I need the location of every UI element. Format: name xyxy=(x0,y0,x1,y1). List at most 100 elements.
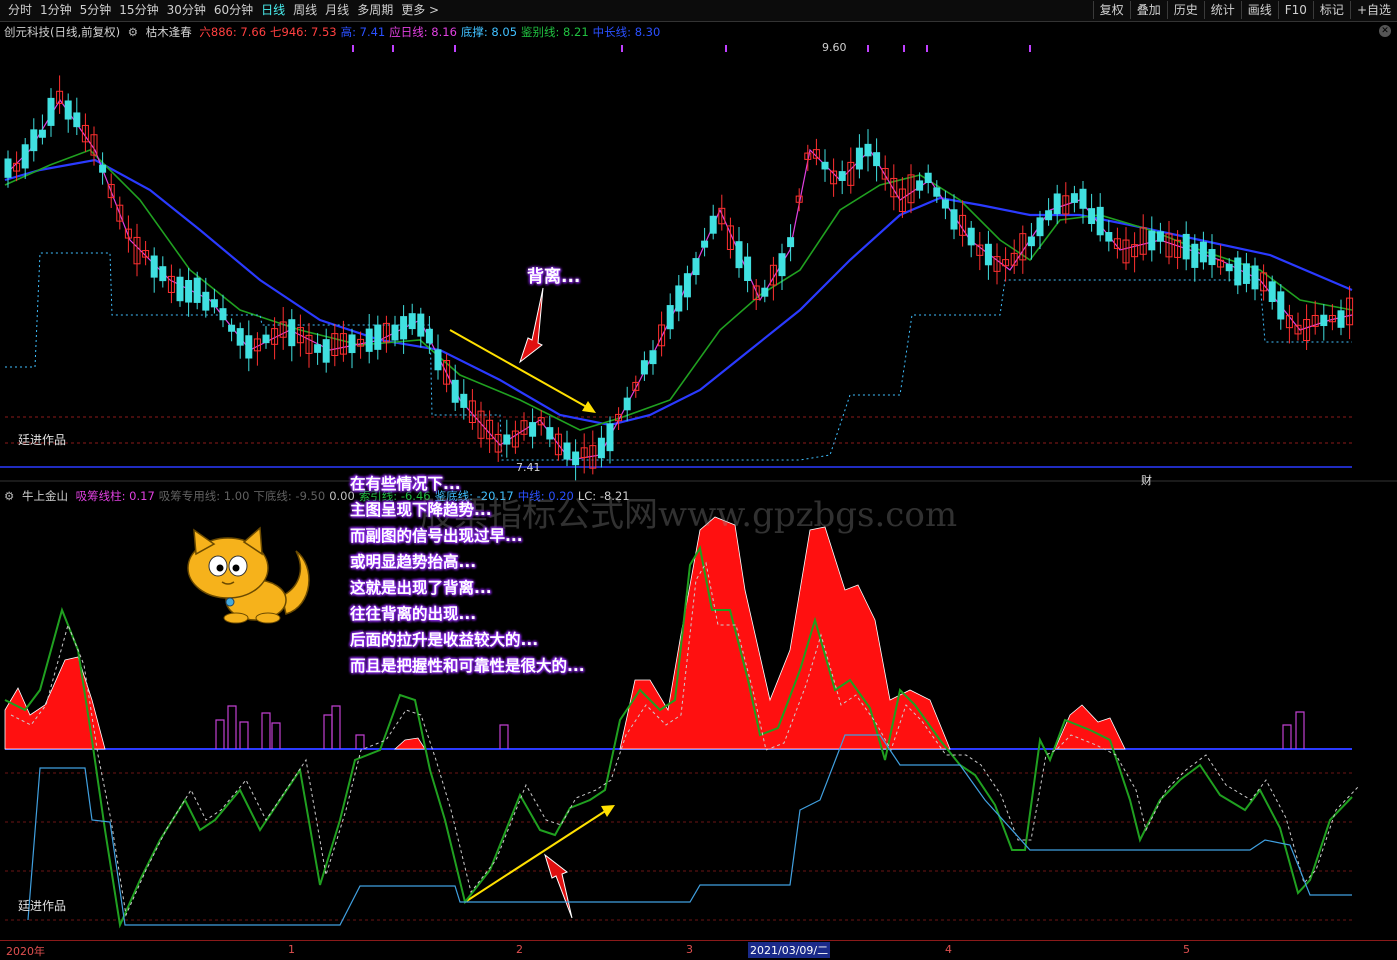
date-tick: 5 xyxy=(1183,943,1190,956)
candle-body xyxy=(1096,206,1104,236)
candle-body xyxy=(185,279,193,303)
candle-body xyxy=(159,266,167,282)
candle-body xyxy=(176,276,184,302)
settings-icon[interactable]: ⚙ xyxy=(4,489,14,503)
date-tick: 4 xyxy=(945,943,952,956)
absorb-bar xyxy=(499,724,509,749)
candle-body xyxy=(314,344,322,353)
candle-body xyxy=(709,215,717,234)
candle-body xyxy=(546,427,554,440)
absorb-bar xyxy=(239,721,249,749)
candle-body xyxy=(1070,193,1078,203)
date-tick: 1 xyxy=(288,943,295,956)
candle-body xyxy=(288,319,296,347)
annotation-text-block: 在有些情况下... 主图呈现下降趋势... 而副图的信号出现过早... 或明显趋势抬高… xyxy=(350,471,585,679)
absorb-bar xyxy=(355,734,365,749)
divergence-callout: 背离... xyxy=(527,267,581,287)
candle-body xyxy=(563,442,571,460)
candle-body xyxy=(391,324,399,341)
candle-body xyxy=(1337,310,1345,328)
candle-body xyxy=(365,328,373,352)
candle-body xyxy=(210,299,218,308)
candle-body xyxy=(99,164,107,173)
annotation-line: 或明显趋势抬高... xyxy=(350,553,477,571)
annotation-line: 这就是出现了背离... xyxy=(350,579,492,597)
annotation-line: 在有些情况下... xyxy=(350,475,461,493)
date-axis: 2021/03/09/二 2020年 1 2 3 4 5 xyxy=(0,940,1397,960)
candle-body xyxy=(1036,217,1044,237)
candle-body xyxy=(47,97,55,126)
annotation-line: 往往背离的出现... xyxy=(350,605,477,623)
candle-body xyxy=(1320,314,1328,327)
annotation-line: 主图呈现下降趋势... xyxy=(350,501,492,519)
candle-body xyxy=(1251,265,1259,290)
absorb-bar xyxy=(331,705,341,749)
candle-body xyxy=(1191,243,1199,268)
candle-body xyxy=(150,255,158,278)
trend-arrow xyxy=(449,329,593,411)
candle-body xyxy=(924,172,932,184)
candle-body xyxy=(348,334,356,354)
candle-body xyxy=(1027,236,1035,247)
candle-body xyxy=(228,324,236,332)
candle-body xyxy=(21,144,29,169)
stock-chart[interactable]: 9.607.41 xyxy=(0,0,1397,940)
candle-body xyxy=(1234,257,1242,286)
candle-body xyxy=(30,129,38,152)
candle-body xyxy=(744,256,752,281)
absorb-bar xyxy=(323,714,333,749)
legend-value: 吸筹线柱: 0.17 xyxy=(75,489,155,503)
candle-body xyxy=(916,180,924,191)
candle-body xyxy=(623,397,631,411)
trend-arrowhead xyxy=(582,401,596,413)
legend-value: 下底线: -9.50 xyxy=(253,489,326,503)
candle-body xyxy=(606,423,614,452)
candle-body xyxy=(778,253,786,277)
candle-body xyxy=(864,143,872,157)
bottom-line xyxy=(27,734,1352,926)
candle-body xyxy=(761,287,769,297)
candle-body xyxy=(460,393,468,408)
red-fill-area xyxy=(1054,704,1126,750)
candle-body xyxy=(1148,230,1156,251)
candle-body xyxy=(950,209,958,230)
candle-body xyxy=(701,240,709,248)
candle-body xyxy=(529,422,537,437)
candle-body xyxy=(838,171,846,181)
candle-body xyxy=(787,237,795,248)
candle-body xyxy=(967,227,975,246)
candle-body xyxy=(4,158,12,178)
candle-body xyxy=(417,313,425,337)
candle-body xyxy=(1156,231,1164,242)
candle-body xyxy=(1277,291,1285,320)
candle-body xyxy=(193,277,201,303)
candle-body xyxy=(262,334,270,344)
candle-body xyxy=(408,313,416,330)
annotation-line: 后面的拉升是收益较大的... xyxy=(350,631,539,649)
candle-body xyxy=(451,379,459,403)
sub-indicator-name[interactable]: 牛上金山 xyxy=(22,489,68,503)
candle-body xyxy=(735,241,743,269)
candle-body xyxy=(425,328,433,344)
candle-body xyxy=(400,316,408,340)
candle-body xyxy=(572,451,580,466)
candle-body xyxy=(821,161,829,170)
callout-arrow xyxy=(519,287,544,364)
candle-body xyxy=(855,147,863,170)
finance-marker[interactable]: 财 xyxy=(1141,472,1152,488)
red-fill-area xyxy=(393,737,426,750)
candle-body xyxy=(640,360,648,375)
candle-body xyxy=(73,112,81,128)
date-tick: 2020年 xyxy=(6,945,45,958)
absorb-bar xyxy=(227,705,237,749)
candle-body xyxy=(374,324,382,350)
absorb-bar xyxy=(1295,711,1305,749)
date-tick: 3 xyxy=(686,943,693,956)
candle-body xyxy=(322,339,330,363)
legend-value: 吸筹专用线: 1.00 xyxy=(158,489,250,503)
candle-body xyxy=(1045,210,1053,221)
callout-arrow xyxy=(544,853,573,919)
candle-body xyxy=(202,291,210,311)
candle-body xyxy=(434,349,442,371)
candle-body xyxy=(236,328,244,346)
